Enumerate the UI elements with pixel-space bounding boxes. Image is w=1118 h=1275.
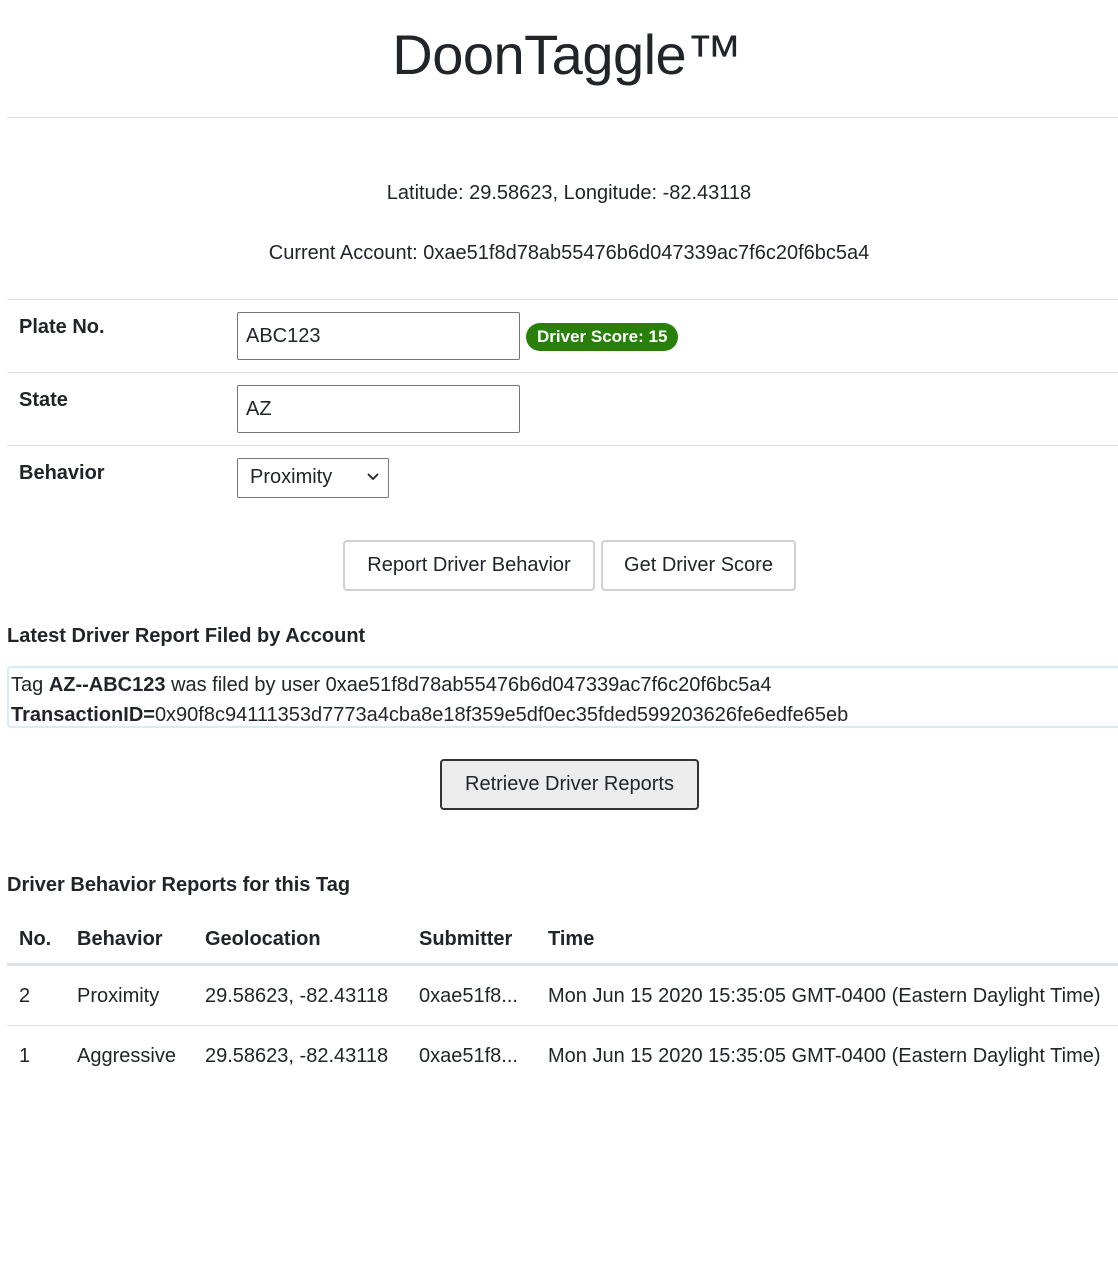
plate-label: Plate No. [19, 316, 105, 338]
table-row: 2 Proximity 29.58623, -82.43118 0xae51f8… [7, 964, 1118, 1026]
cell-no: 1 [19, 1045, 31, 1067]
table-header-row: No. Behavior Geolocation Submitter Time [7, 916, 1118, 966]
cell-no: 2 [7, 964, 65, 1026]
plate-input[interactable] [237, 312, 520, 360]
filed-by-text: was filed by user 0xae51f8d78ab55476b6d0… [171, 674, 772, 696]
current-account: Current Account: 0xae51f8d78ab55476b6d04… [268, 242, 870, 264]
tag-value: AZ--ABC123 [48, 674, 166, 696]
state-input[interactable] [237, 385, 520, 433]
behavior-label: Behavior [19, 462, 105, 484]
cell-submitter: 0xae51f8... [407, 964, 536, 1026]
reports-table: No. Behavior Geolocation Submitter Time … [7, 916, 1118, 1085]
page: DoonTaggle™ Latitude: 29.58623, Longitud… [0, 0, 1118, 1275]
behavior-row: Behavior Proximity [7, 445, 1118, 506]
transaction-id: 0x90f8c94111353d7773a4cba8e18f359e5df0ec… [154, 704, 849, 726]
app-title: DoonTaggle™ [392, 23, 742, 86]
behavior-select-value: Proximity [250, 466, 333, 488]
plate-row: Plate No. Driver Score: 15 [7, 299, 1118, 373]
state-row: State [7, 372, 1118, 446]
tag-line: Tag AZ--ABC123 was filed by user 0xae51f… [11, 670, 1118, 700]
retrieve-driver-reports-button[interactable]: Retrieve Driver Reports [440, 759, 699, 810]
latest-report-heading: Latest Driver Report Filed by Account [7, 625, 366, 647]
header-divider [7, 117, 1118, 118]
transaction-label: TransactionID= [11, 704, 155, 726]
get-driver-score-button[interactable]: Get Driver Score [601, 540, 796, 591]
cell-behavior: Proximity [65, 964, 193, 1026]
cell-geolocation: 29.58623, -82.43118 [205, 1045, 389, 1067]
behavior-select[interactable]: Proximity [237, 458, 389, 498]
driver-score-badge: Driver Score: 15 [526, 323, 679, 351]
latest-report-box: Tag AZ--ABC123 was filed by user 0xae51f… [7, 666, 1118, 728]
col-submitter: Submitter [407, 916, 536, 966]
location-readout: Latitude: 29.58623, Longitude: -82.43118 [386, 182, 752, 204]
col-behavior: Behavior [65, 916, 193, 966]
state-label: State [19, 389, 68, 411]
tag-prefix: Tag [11, 674, 44, 696]
col-geolocation: Geolocation [193, 916, 407, 966]
transaction-line: TransactionID=0x90f8c94111353d7773a4cba8… [11, 700, 1118, 730]
col-time: Time [536, 916, 1118, 966]
reports-table-heading: Driver Behavior Reports for this Tag [7, 874, 351, 896]
cell-time: Mon Jun 15 2020 15:35:05 GMT-0400 (Easte… [536, 964, 1118, 1026]
cell-behavior: Aggressive [77, 1045, 176, 1067]
chevron-down-icon [367, 473, 379, 481]
cell-geolocation: 29.58623, -82.43118 [193, 964, 407, 1026]
report-driver-behavior-button[interactable]: Report Driver Behavior [343, 540, 595, 591]
col-no: No. [7, 916, 65, 966]
cell-submitter: 0xae51f8... [419, 1045, 518, 1067]
cell-time: Mon Jun 15 2020 15:35:05 GMT-0400 (Easte… [548, 1045, 1101, 1067]
table-row: 1 Aggressive 29.58623, -82.43118 0xae51f… [7, 1026, 1118, 1086]
